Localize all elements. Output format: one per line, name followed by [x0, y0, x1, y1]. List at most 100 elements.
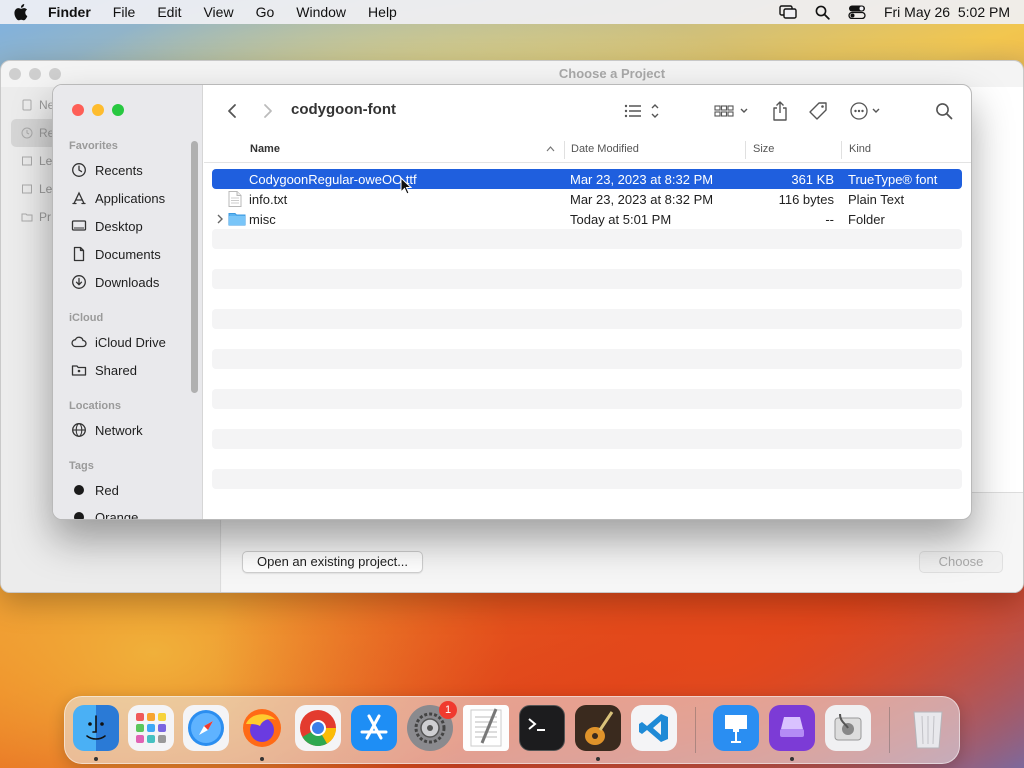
dock: 1: [64, 696, 960, 764]
menu-help[interactable]: Help: [368, 4, 397, 20]
column-separator: [841, 141, 842, 159]
sidebar-item-downloads[interactable]: Downloads: [71, 271, 159, 293]
sidebar-scrollbar[interactable]: [191, 141, 198, 393]
apple-menu-icon[interactable]: [14, 3, 32, 21]
menu-file[interactable]: File: [113, 4, 136, 20]
column-kind[interactable]: Kind: [849, 143, 871, 155]
open-existing-project-button[interactable]: Open an existing project...: [242, 551, 424, 573]
list-view-button[interactable]: [623, 99, 661, 123]
more-actions-button[interactable]: [849, 99, 885, 123]
empty-row: [212, 449, 962, 469]
control-center-icon[interactable]: [848, 5, 866, 19]
empty-row: [212, 349, 962, 369]
back-button[interactable]: [222, 99, 242, 123]
ellipsis-circle-icon: [850, 102, 880, 120]
sidebar-item-documents[interactable]: Documents: [71, 243, 161, 265]
running-indicator: [260, 757, 264, 761]
zoom-button[interactable]: [112, 104, 124, 116]
empty-row: [212, 389, 962, 409]
sidebar-item-network[interactable]: Network: [71, 419, 143, 441]
textedit-icon[interactable]: [463, 705, 509, 751]
minimize-button[interactable]: [92, 104, 104, 116]
safari-icon[interactable]: [183, 705, 229, 751]
applications-icon: [72, 191, 86, 205]
clock-icon: [72, 163, 86, 177]
sidebar-item-label: Le: [39, 154, 53, 168]
file-name: misc: [249, 212, 276, 227]
menu-window[interactable]: Window: [296, 4, 346, 20]
sidebar-section-tags: Tags: [69, 460, 94, 472]
share-button[interactable]: [769, 99, 791, 123]
file-date: Today at 5:01 PM: [570, 212, 672, 227]
sidebar-item-icloud-drive[interactable]: iCloud Drive: [71, 331, 166, 353]
sidebar-item-label: Network: [95, 422, 143, 438]
window-controls: [72, 104, 124, 116]
menu-go[interactable]: Go: [256, 4, 275, 20]
menu-finder[interactable]: Finder: [48, 4, 91, 20]
launchpad-icon[interactable]: [128, 705, 174, 751]
text-file-icon: [228, 191, 242, 207]
file-name: CodygoonRegular-oweOO.ttf: [249, 172, 417, 187]
close-button[interactable]: [72, 104, 84, 116]
sidebar-item-tag-orange[interactable]: Orange: [71, 506, 139, 520]
tag-dot-icon: [74, 512, 84, 519]
column-separator: [745, 141, 746, 159]
system-settings-icon[interactable]: 1: [407, 701, 457, 751]
menu-view[interactable]: View: [203, 4, 233, 20]
book-icon: [22, 156, 32, 166]
menu-bar: Finder File Edit View Go Window Help Fri…: [0, 0, 1024, 24]
menu-edit[interactable]: Edit: [157, 4, 181, 20]
keynote-icon[interactable]: [713, 705, 759, 751]
sidebar-item-desktop[interactable]: Desktop: [71, 215, 143, 237]
sort-ascending-icon: [546, 146, 555, 152]
list-column-header: Name Date Modified Size Kind: [204, 137, 971, 163]
search-button[interactable]: [933, 99, 955, 123]
garageband-icon[interactable]: [575, 705, 621, 751]
running-indicator: [790, 757, 794, 761]
app-store-icon[interactable]: [351, 705, 397, 751]
empty-row: [212, 229, 962, 249]
finder-icon[interactable]: [73, 705, 119, 751]
sidebar-item-tag-red[interactable]: Red: [71, 479, 119, 501]
sidebar-item-label: Applications: [95, 190, 166, 206]
group-by-button[interactable]: [713, 99, 751, 123]
disclosure-triangle-icon[interactable]: [216, 213, 224, 225]
vscode-icon[interactable]: [631, 705, 677, 751]
sidebar-section-locations: Locations: [69, 400, 121, 412]
column-separator: [564, 141, 565, 159]
sidebar-item-shared[interactable]: Shared: [71, 359, 137, 381]
forward-button[interactable]: [258, 99, 278, 123]
sidebar-item-applications[interactable]: Applications: [71, 187, 165, 209]
notification-badge: 1: [439, 701, 457, 719]
empty-row: [212, 489, 962, 509]
simulator-icon[interactable]: [769, 705, 815, 751]
running-indicator: [596, 757, 600, 761]
column-size[interactable]: Size: [753, 143, 774, 155]
column-name[interactable]: Name: [250, 143, 280, 155]
file-kind: Plain Text: [848, 192, 905, 207]
spotlight-search-icon[interactable]: [815, 5, 830, 20]
choose-button[interactable]: Choose: [919, 551, 1003, 573]
star-icon: [22, 184, 32, 194]
terminal-icon[interactable]: [519, 705, 565, 751]
finder-sidebar: Favorites Recents Applications Desktop D…: [53, 85, 203, 519]
grid-icon: [714, 105, 748, 117]
file-row-misc[interactable]: misc Today at 5:01 PM -- Folder: [212, 209, 962, 229]
sidebar-item-recents[interactable]: Recents: [71, 159, 143, 181]
empty-row: [212, 329, 962, 349]
file-kind: TrueType® font: [848, 172, 938, 187]
sidebar-item-label: iCloud Drive: [95, 334, 166, 350]
menubar-clock[interactable]: Fri May 26 5:02 PM: [884, 4, 1010, 20]
folder-icon: [21, 213, 33, 222]
trash-icon[interactable]: [905, 705, 951, 751]
file-row-font[interactable]: CodygoonRegular-oweOO.ttf Mar 23, 2023 a…: [212, 169, 962, 189]
file-row-info[interactable]: info.txt Mar 23, 2023 at 8:32 PM 116 byt…: [212, 189, 962, 209]
firefox-icon[interactable]: [239, 705, 285, 751]
chrome-icon[interactable]: [295, 705, 341, 751]
tags-button[interactable]: [807, 99, 831, 123]
screen-mirroring-icon[interactable]: [779, 5, 797, 19]
sidebar-item-label: Orange: [95, 509, 139, 520]
dock-separator: [889, 707, 890, 753]
disk-utility-icon[interactable]: [825, 705, 871, 751]
column-date-modified[interactable]: Date Modified: [571, 143, 639, 155]
